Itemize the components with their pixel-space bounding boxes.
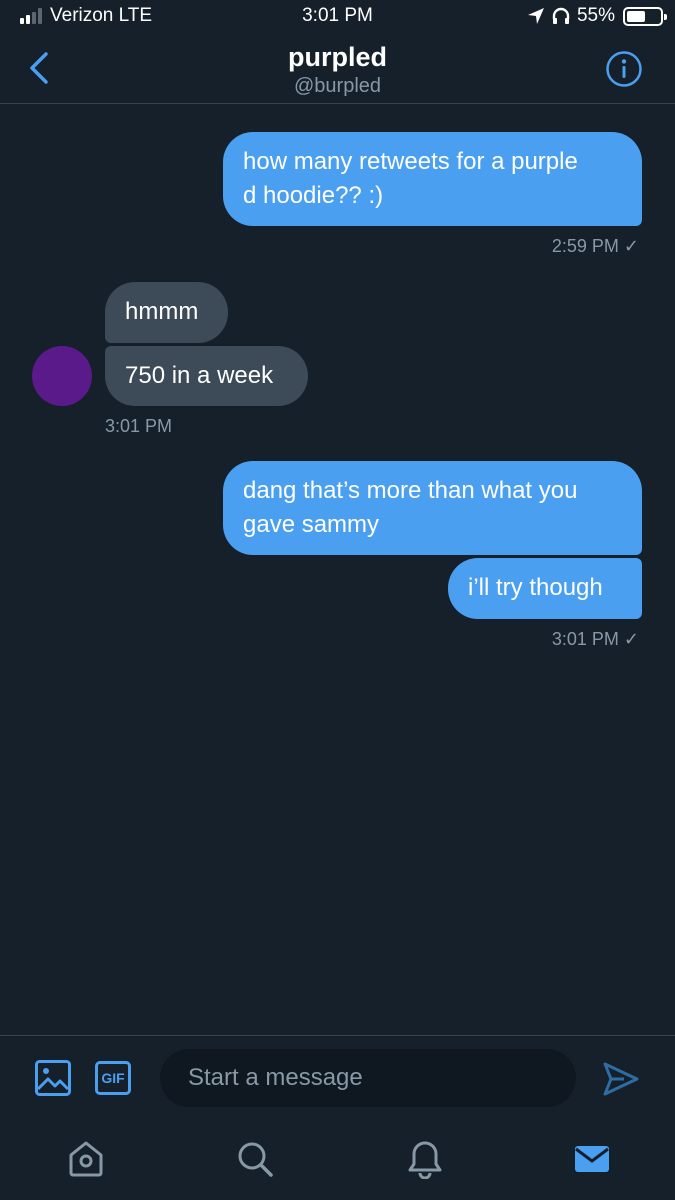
gif-icon[interactable]: GIF [95,1061,131,1095]
message-line: dang that’s more than what you [243,477,578,504]
search-icon[interactable] [235,1139,275,1179]
headphones-icon [552,7,570,24]
conversation-header: purpled @burpled [0,34,675,104]
message-line: d hoodie?? :) [243,182,384,209]
message-line: hmmm [125,298,199,325]
info-icon[interactable] [605,50,643,88]
status-bar: Verizon LTE 3:01 PM 55% [0,0,675,34]
battery-icon [623,6,667,26]
conversation-handle: @burpled [293,75,382,97]
header-title-group[interactable]: purpled @burpled [0,41,675,99]
message-composer: GIF [0,1035,675,1125]
message-input[interactable] [160,1049,576,1107]
messages-icon[interactable] [572,1139,612,1179]
image-icon[interactable] [34,1059,72,1097]
message-bubble-incoming[interactable]: hmmm [105,282,228,343]
message-line: i’ll try though [468,574,603,601]
message-timestamp: 2:59 PM ✓ [551,236,639,256]
conversation-title: purpled [288,42,387,72]
status-right: 55% [527,5,667,27]
message-line: 750 in a week [125,362,274,389]
avatar[interactable] [32,346,92,406]
message-timestamp: 3:01 PM [105,416,173,436]
send-icon[interactable] [602,1061,640,1097]
message-timestamp: 3:01 PM ✓ [551,629,639,649]
message-line: gave sammy [243,511,380,538]
message-bubble-outgoing[interactable]: dang that’s more than what you gave samm… [223,461,642,555]
message-bubble-outgoing[interactable]: i’ll try though [448,558,642,619]
message-bubble-incoming[interactable]: 750 in a week [105,346,308,406]
home-icon[interactable] [66,1139,106,1179]
message-bubble-outgoing[interactable]: how many retweets for a purple d hoodie?… [223,132,642,226]
notifications-icon[interactable] [405,1139,445,1179]
message-line: how many retweets for a purple [243,148,578,175]
location-icon [527,8,544,24]
tab-bar [0,1125,675,1200]
battery-percent: 55% [576,5,615,26]
battery-fill [627,10,645,22]
